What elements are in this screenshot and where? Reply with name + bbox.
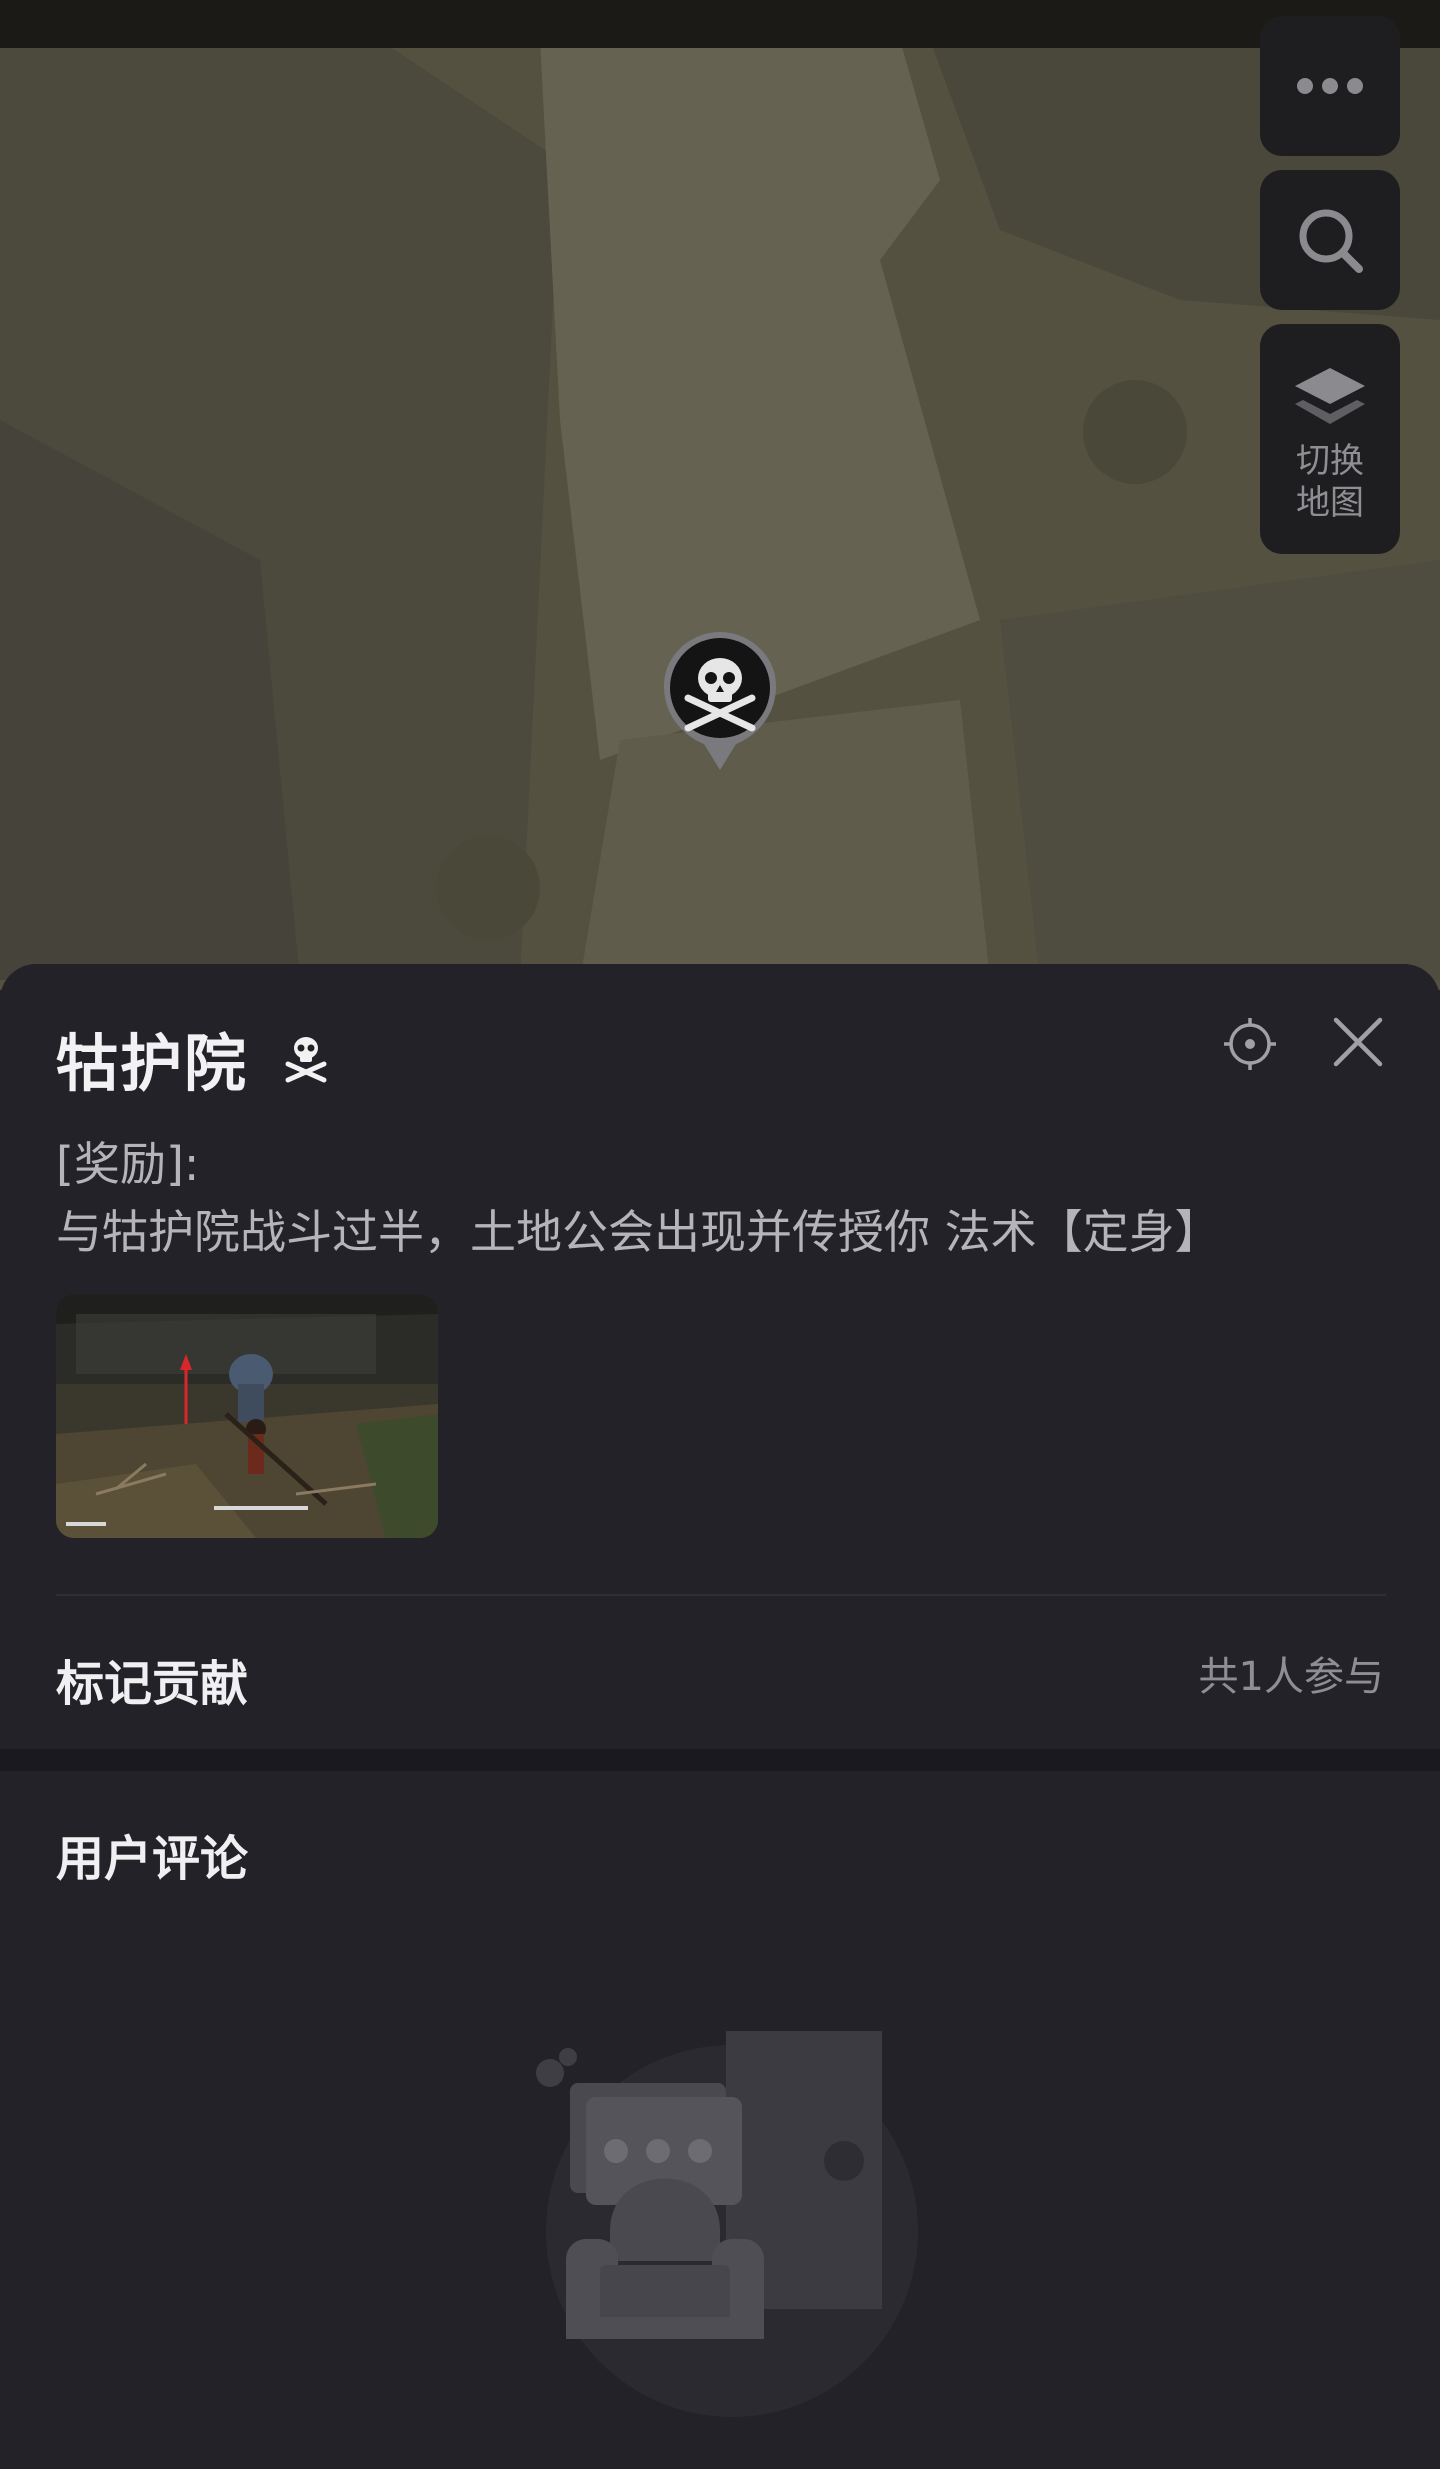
switch-map-label: 切换地图 <box>1296 441 1364 523</box>
close-icon[interactable] <box>1330 1014 1386 1070</box>
divider <box>56 1594 1386 1596</box>
comments-title: 用户评论 <box>56 1831 249 1887</box>
more-dots-icon <box>1297 78 1363 94</box>
title-row: 牯护院 <box>56 1018 330 1100</box>
contribution-count[interactable]: 共1人参与 <box>1199 1644 1384 1702</box>
comments-section: 用户评论 <box>0 1771 1440 2469</box>
locate-icon[interactable] <box>1222 1016 1278 1072</box>
layers-icon <box>1295 368 1365 424</box>
detail-sheet: 牯护院 [奖励]: 与牯护院战斗过半，土地公会出现并传授你 法术【定身】 标记贡… <box>0 964 1440 1749</box>
map-view[interactable]: 切换地图 <box>0 0 1440 990</box>
reward-description: 与牯护院战斗过半，土地公会出现并传授你 法术【定身】 <box>56 1205 1221 1259</box>
empty-comments-illustration <box>536 2031 918 2417</box>
boss-marker-pin[interactable] <box>658 628 782 778</box>
search-icon <box>1299 209 1363 273</box>
section-separator <box>0 1749 1440 1771</box>
page-title: 牯护院 <box>56 1027 249 1100</box>
skull-icon <box>285 1037 327 1083</box>
screenshot-thumbnail[interactable] <box>56 1294 438 1538</box>
switch-map-button[interactable]: 切换地图 <box>1260 324 1400 554</box>
reward-label: [奖励]: <box>56 1137 200 1191</box>
map-terrain <box>0 0 1440 990</box>
contribution-label: 标记贡献 <box>56 1656 249 1712</box>
gameplay-screenshot <box>56 1294 438 1538</box>
more-button[interactable] <box>1260 16 1400 156</box>
search-button[interactable] <box>1260 170 1400 310</box>
